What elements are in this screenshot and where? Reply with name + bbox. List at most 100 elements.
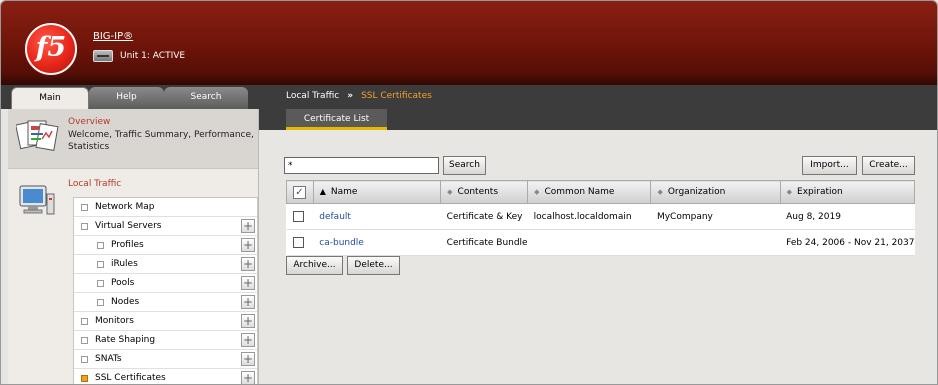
app-window: f5 BIG-IP® Unit 1: ACTIVE Main Help Sear… — [0, 0, 938, 385]
tab-main[interactable]: Main — [11, 87, 89, 109]
subtab-bar: Certificate List — [259, 109, 937, 130]
bullet-icon — [81, 375, 88, 382]
sidebar-item-snats[interactable]: SNATs + — [74, 350, 257, 369]
banner: f5 BIG-IP® Unit 1: ACTIVE — [1, 1, 937, 85]
main-content: Certificate List Search Import... Create… — [259, 109, 937, 384]
bullet-icon — [81, 356, 88, 363]
archive-button[interactable]: Archive... — [286, 256, 343, 275]
sidebar-item-label: Virtual Servers — [95, 221, 162, 231]
sort-ascending-icon: ▲ — [319, 187, 326, 196]
add-icon[interactable]: + — [241, 276, 255, 290]
table-cell[interactable]: ca-bundle — [313, 229, 441, 256]
table-cell — [650, 229, 781, 256]
bullet-icon — [97, 299, 104, 306]
expiration-cell: Aug 8, 2019 — [786, 211, 841, 222]
create-button[interactable]: Create... — [862, 156, 915, 175]
overview-documents-icon — [16, 120, 59, 151]
breadcrumb-current: SSL Certificates — [361, 91, 432, 101]
common-name-cell: localhost.localdomain — [533, 211, 632, 222]
bullet-icon — [81, 337, 88, 344]
sidebar-item-pools[interactable]: Pools + — [74, 274, 257, 293]
breadcrumb-section[interactable]: Local Traffic — [286, 91, 339, 101]
sidebar-item-virtual-servers[interactable]: Virtual Servers + — [74, 217, 257, 236]
unit-status: Unit 1: ACTIVE — [120, 51, 186, 61]
column-header-contents[interactable]: ◆ Contents — [440, 180, 529, 204]
table-cell[interactable]: default — [313, 203, 441, 230]
add-icon[interactable]: + — [241, 295, 255, 309]
certificate-name-link[interactable]: ca-bundle — [319, 238, 364, 248]
sidebar-item-label: iRules — [111, 259, 138, 269]
add-icon[interactable]: + — [241, 371, 255, 384]
tab-certificate-list[interactable]: Certificate List — [286, 109, 387, 130]
column-header-common-name[interactable]: ◆ Common Name — [527, 180, 652, 204]
add-icon[interactable]: + — [241, 333, 255, 347]
select-all-header[interactable]: ✓ — [286, 180, 314, 204]
certificate-name-link[interactable]: default — [319, 212, 351, 222]
sidebar-item-rate-shaping[interactable]: Rate Shaping + — [74, 331, 257, 350]
bullet-icon — [97, 242, 104, 249]
row-checkbox[interactable] — [292, 237, 304, 248]
overview-title[interactable]: Overview — [68, 117, 110, 127]
sidebar-item-label: SNATs — [95, 354, 122, 364]
breadcrumb: Local Traffic » SSL Certificates — [286, 91, 432, 101]
bullet-icon — [97, 280, 104, 287]
contents-cell: Certificate & Key — [446, 211, 523, 222]
column-header-name[interactable]: ▲ Name — [312, 180, 442, 204]
search-input[interactable] — [284, 157, 439, 174]
local-traffic-title[interactable]: Local Traffic — [68, 179, 121, 189]
sort-icon: ◆ — [657, 188, 663, 196]
table-cell: localhost.localdomain — [527, 203, 651, 230]
import-button[interactable]: Import... — [802, 156, 857, 175]
bullet-icon — [81, 318, 88, 325]
local-traffic-nav: Network Map Virtual Servers + Profiles + iRul… — [73, 197, 258, 384]
device-icon — [93, 50, 113, 62]
sidebar-item-network-map[interactable]: Network Map — [74, 198, 257, 217]
delete-button[interactable]: Delete... — [347, 256, 400, 275]
sort-icon: ◆ — [447, 188, 453, 196]
column-header-expiration[interactable]: ◆ Expiration — [779, 180, 916, 204]
add-icon[interactable]: + — [241, 238, 255, 252]
overview-links[interactable]: Welcome, Traffic Summary, Performance, S… — [68, 129, 256, 153]
table-cell: MyCompany — [650, 203, 781, 230]
tab-bar: Main Help Search Local Traffic » SSL Certi… — [1, 85, 937, 109]
table-header-row: ✓ ▲ Name ◆ Contents ◆ Common Name ◆ Organiza… — [286, 180, 916, 204]
search-button[interactable]: Search — [443, 156, 486, 175]
f5-logo[interactable]: f5 — [25, 23, 77, 75]
overview-panel: Overview Welcome, Traffic Summary, Perfo… — [8, 109, 258, 169]
sidebar-item-nodes[interactable]: Nodes + — [74, 293, 257, 312]
bullet-icon — [81, 223, 88, 230]
sidebar-item-profiles[interactable]: Profiles + — [74, 236, 257, 255]
add-icon[interactable]: + — [241, 314, 255, 328]
sidebar-item-label: Network Map — [95, 202, 155, 212]
expiration-cell: Feb 24, 2006 - Nov 21, 2037 — [786, 237, 915, 248]
table-row[interactable]: ca-bundle Certificate Bundle Feb 24, 2006 … — [286, 229, 915, 256]
table-cell — [527, 229, 651, 256]
sidebar-item-irules[interactable]: iRules + — [74, 255, 257, 274]
sidebar-item-monitors[interactable]: Monitors + — [74, 312, 257, 331]
table-cell: Aug 8, 2019 — [780, 203, 915, 230]
tab-help[interactable]: Help — [89, 87, 164, 109]
table-cell: Certificate & Key — [440, 203, 528, 230]
add-icon[interactable]: + — [241, 257, 255, 271]
sidebar-item-label: Rate Shaping — [95, 335, 156, 345]
table-cell: Feb 24, 2006 - Nov 21, 2037 — [780, 229, 915, 256]
organization-cell: MyCompany — [656, 211, 713, 222]
sidebar-item-label: Monitors — [95, 316, 134, 326]
add-icon[interactable]: + — [241, 352, 255, 366]
product-name-link[interactable]: BIG-IP® — [93, 31, 133, 42]
bullet-icon — [97, 261, 104, 268]
select-all-checkbox[interactable]: ✓ — [293, 185, 306, 199]
tab-search[interactable]: Search — [164, 87, 248, 109]
select-cell — [286, 203, 314, 230]
sidebar-item-ssl-certificates[interactable]: SSL Certificates + — [74, 369, 257, 384]
row-checkbox[interactable] — [292, 211, 304, 222]
sort-icon: ◆ — [534, 188, 540, 196]
table-row[interactable]: default Certificate & Key localhost.locald… — [286, 203, 915, 230]
column-header-organization[interactable]: ◆ Organization — [650, 180, 781, 204]
select-cell — [286, 229, 314, 256]
bullet-icon — [81, 204, 88, 211]
local-traffic-section: Local Traffic Network Map Virtual Servers… — [8, 170, 258, 384]
contents-cell: Certificate Bundle — [446, 237, 528, 248]
sidebar-item-label: SSL Certificates — [95, 373, 166, 383]
add-icon[interactable]: + — [241, 219, 255, 233]
